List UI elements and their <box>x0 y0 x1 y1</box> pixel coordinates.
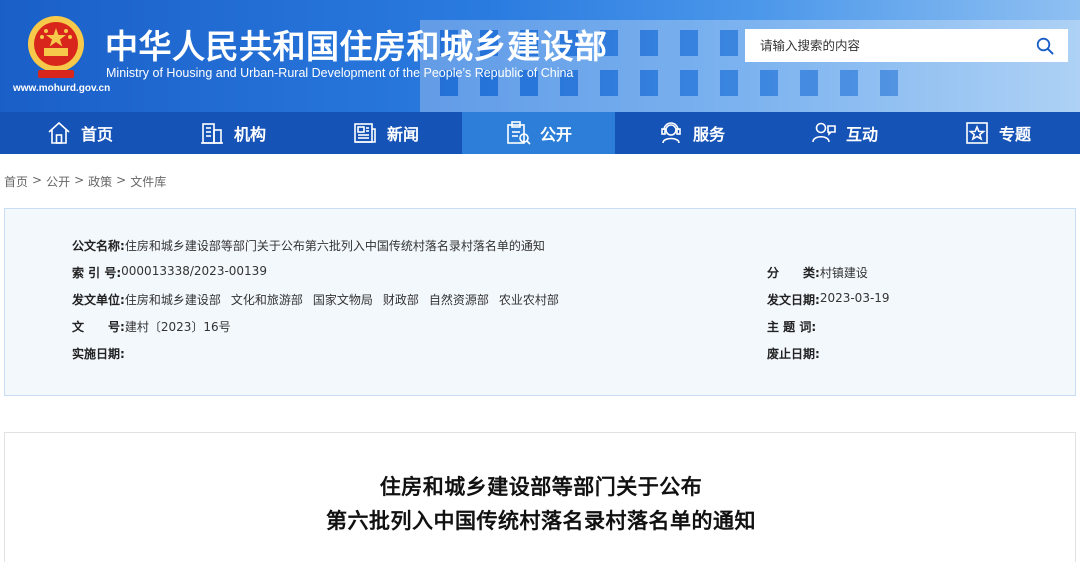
meta-value: 村镇建设 <box>819 266 868 280</box>
document-metadata-box: 公文名称: 住房和城乡建设部等部门关于公布第六批列入中国传统村落名录村落名单的通… <box>4 208 1076 396</box>
meta-label: 发文单位: <box>72 293 125 307</box>
meta-index: 索 引 号: 000013338/2023-00139 <box>72 264 267 281</box>
breadcrumb-separator: > <box>116 173 127 187</box>
document-body: 住房和城乡建设部等部门关于公布 第六批列入中国传统村落名录村落名单的通知 <box>4 432 1076 562</box>
nav-label-org: 机构 <box>233 125 266 144</box>
nav-item-service[interactable]: 服务 <box>615 112 768 154</box>
meta-value: 000013338/2023-00139 <box>121 264 267 278</box>
national-emblem-icon <box>28 16 84 78</box>
nav-label-service: 服务 <box>692 125 725 144</box>
nav-label-topics: 专题 <box>998 125 1031 144</box>
meta-value: 住房和城乡建设部 文化和旅游部 国家文物局 财政部 自然资源部 农业农村部 <box>125 291 569 308</box>
meta-effective-date: 实施日期: <box>72 345 125 362</box>
meta-doc-name: 公文名称: 住房和城乡建设部等部门关于公布第六批列入中国传统村落名录村落名单的通… <box>72 237 545 254</box>
meta-value: 2023-03-19 <box>819 291 890 305</box>
meta-label: 发文日期: <box>767 293 820 307</box>
star-icon <box>966 122 988 144</box>
issuer-item: 自然资源部 <box>428 293 489 307</box>
nav-label-home: 首页 <box>80 125 113 144</box>
search-bar <box>745 29 1068 62</box>
meta-issuer: 发文单位: 住房和城乡建设部 文化和旅游部 国家文物局 财政部 自然资源部 农业农村部 <box>72 291 569 308</box>
news-icon <box>354 123 376 143</box>
breadcrumb-library[interactable]: 文件库 <box>130 173 166 190</box>
meta-label: 索 引 号: <box>72 266 122 280</box>
meta-value: 住房和城乡建设部等部门关于公布第六批列入中国传统村落名录村落名单的通知 <box>124 239 545 253</box>
nav-label-news: 新闻 <box>386 125 419 144</box>
site-subtitle: Ministry of Housing and Urban-Rural Deve… <box>106 66 574 80</box>
meta-label: 实施日期: <box>72 347 125 361</box>
disclosure-icon <box>507 121 531 145</box>
search-icon <box>1036 37 1054 54</box>
meta-issue-date: 发文日期: 2023-03-19 <box>767 291 890 308</box>
search-input[interactable] <box>746 30 1023 61</box>
building-icon <box>200 123 223 144</box>
main-nav: 首页 机构 新闻 公开 服务 互动 专题 <box>0 112 1080 154</box>
breadcrumb-disclosure[interactable]: 公开 <box>46 173 70 190</box>
breadcrumb-separator: > <box>32 173 43 187</box>
breadcrumb-separator: > <box>74 173 85 187</box>
home-icon <box>48 121 70 144</box>
meta-label: 废止日期: <box>767 347 820 361</box>
nav-item-interaction[interactable]: 互动 <box>768 112 921 154</box>
issuer-item: 农业农村部 <box>498 293 559 307</box>
search-button[interactable] <box>1023 30 1067 61</box>
service-icon <box>661 122 681 144</box>
meta-label: 公文名称: <box>72 239 125 253</box>
nav-item-org[interactable]: 机构 <box>156 112 309 154</box>
breadcrumb-policy[interactable]: 政策 <box>88 173 112 190</box>
breadcrumb-home[interactable]: 首页 <box>4 173 28 190</box>
meta-value: 建村〔2023〕16号 <box>124 320 231 334</box>
nav-item-disclosure[interactable]: 公开 <box>462 112 615 154</box>
site-header: www.mohurd.gov.cn 中华人民共和国住房和城乡建设部 Minist… <box>0 0 1080 112</box>
site-title: 中华人民共和国住房和城乡建设部 <box>105 27 608 66</box>
breadcrumb: 首页 > 公开 > 政策 > 文件库 <box>4 173 166 190</box>
meta-label: 文 号: <box>72 320 125 334</box>
issuer-item: 文化和旅游部 <box>230 293 303 307</box>
nav-item-topics[interactable]: 专题 <box>921 112 1074 154</box>
meta-category: 分 类: 村镇建设 <box>767 264 868 281</box>
meta-repeal-date: 废止日期: <box>767 345 820 362</box>
nav-item-home[interactable]: 首页 <box>3 112 156 154</box>
nav-label-disclosure: 公开 <box>539 125 572 144</box>
meta-label: 分 类: <box>767 266 820 280</box>
nav-label-interaction: 互动 <box>845 125 878 144</box>
document-title-line-2: 第六批列入中国传统村落名录村落名单的通知 <box>326 509 756 533</box>
nav-item-news[interactable]: 新闻 <box>309 112 462 154</box>
issuer-item: 国家文物局 <box>312 293 373 307</box>
issuer-item: 财政部 <box>382 293 419 307</box>
meta-keywords: 主 题 词: <box>767 318 816 335</box>
meta-doc-no: 文 号: 建村〔2023〕16号 <box>72 318 231 335</box>
document-title-line-1: 住房和城乡建设部等部门关于公布 <box>379 475 703 499</box>
meta-label: 主 题 词: <box>767 320 817 334</box>
site-url: www.mohurd.gov.cn <box>13 83 111 94</box>
issuer-item: 住房和城乡建设部 <box>124 293 221 307</box>
interaction-icon <box>812 122 836 143</box>
